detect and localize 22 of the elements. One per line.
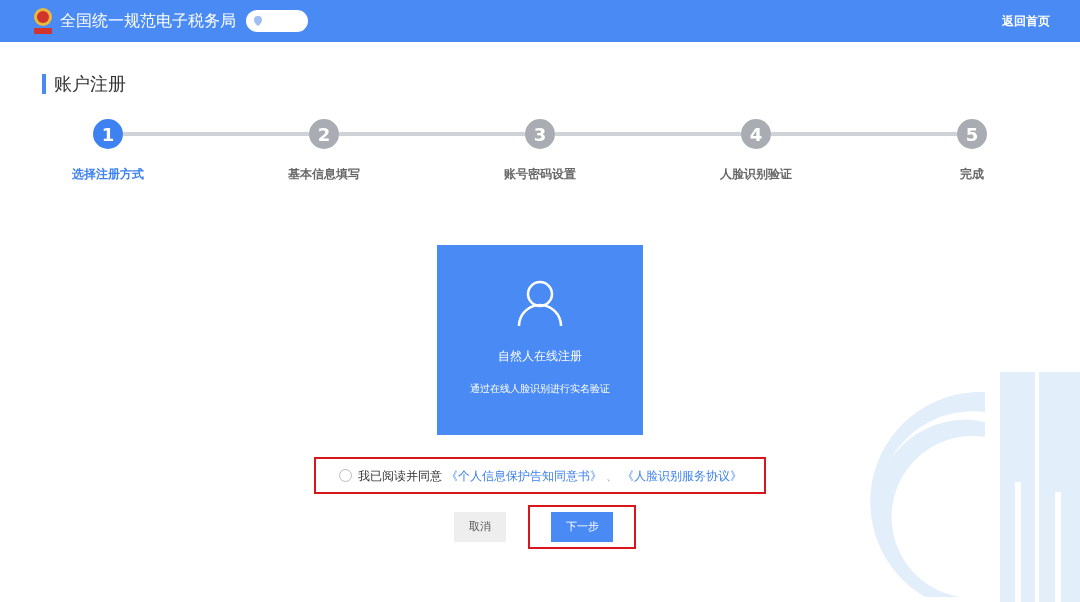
- step-label: 账号密码设置: [504, 166, 576, 183]
- location-field[interactable]: [246, 10, 308, 32]
- registration-option-card[interactable]: 自然人在线注册 通过在线人脸识别进行实名验证: [437, 245, 643, 435]
- option-title: 自然人在线注册: [498, 348, 582, 365]
- agreement-text: 我已阅读并同意: [357, 467, 442, 485]
- step-label: 人脸识别验证: [720, 166, 792, 183]
- face-recognition-agreement-link[interactable]: 《人脸识别服务协议》: [621, 466, 742, 485]
- step-label: 完成: [960, 166, 984, 183]
- cancel-button[interactable]: 取消: [454, 512, 506, 542]
- next-step-button[interactable]: 下一步: [551, 512, 613, 542]
- privacy-notice-link[interactable]: 《个人信息保护告知同意书》: [445, 466, 602, 485]
- step-label: 基本信息填写: [288, 166, 360, 183]
- person-icon: [517, 279, 563, 327]
- step-label: 选择注册方式: [72, 166, 144, 183]
- page-title: 账户注册: [54, 72, 126, 96]
- location-pin-icon: [254, 16, 262, 26]
- home-link[interactable]: 返回首页: [1002, 12, 1050, 30]
- option-description: 通过在线人脸识别进行实名验证: [470, 382, 610, 396]
- agreement-radio[interactable]: [338, 469, 352, 482]
- title-accent-bar: [42, 73, 46, 94]
- separator-text: 、: [605, 467, 618, 485]
- site-title: 全国统一规范电子税务局: [60, 10, 236, 32]
